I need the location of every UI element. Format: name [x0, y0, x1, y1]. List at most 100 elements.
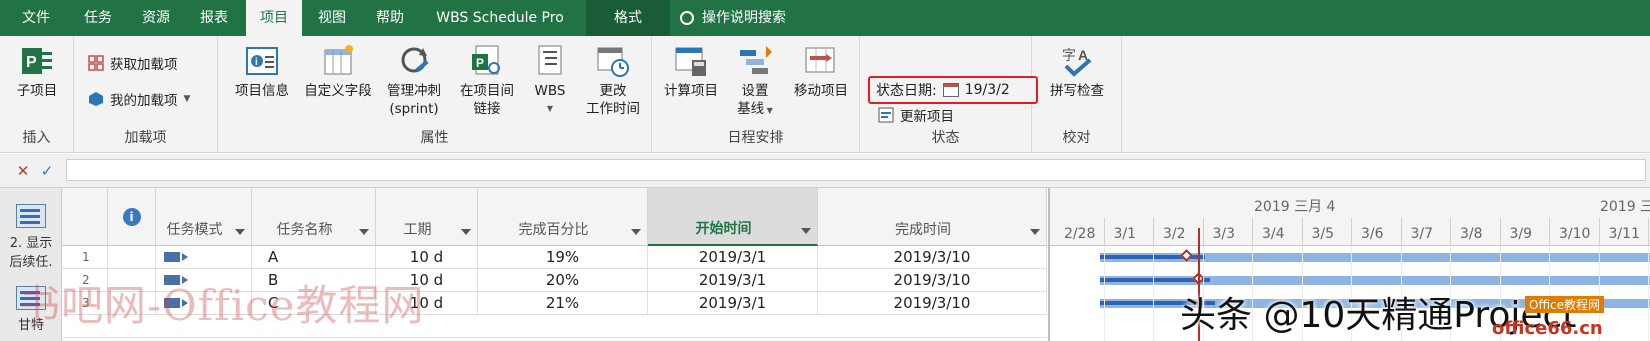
- manage-sprints-button[interactable]: 管理冲刺 (sprint): [380, 44, 448, 118]
- finish-cell[interactable]: 2019/3/10: [818, 292, 1047, 315]
- duration-cell[interactable]: 10 d: [376, 246, 478, 269]
- move-project-button[interactable]: 移动项目: [786, 44, 856, 100]
- status-date-label: 状态日期:: [876, 83, 937, 99]
- group-proofing-label: 校对: [1062, 130, 1091, 146]
- timescale-day-label: 3/9: [1509, 226, 1533, 242]
- custom-fields-button[interactable]: 自定义字段: [300, 44, 376, 100]
- chevron-down-icon: ▼: [183, 94, 191, 104]
- get-addins-button[interactable]: 获取加载项: [88, 52, 178, 74]
- tab-format[interactable]: 格式: [586, 0, 670, 36]
- timescale-day-label: 3/7: [1410, 226, 1434, 242]
- svg-text:i: i: [255, 57, 258, 68]
- timescale-major-label: 2019 三月 4: [1254, 199, 1336, 215]
- spelling-label: 拼写检查: [1050, 83, 1104, 99]
- tell-me-label: 操作说明搜索: [702, 10, 786, 26]
- table-row[interactable]: 1 A 10 d 19% 2019/3/1 2019/3/10: [62, 246, 1047, 269]
- calculate-project-button[interactable]: 计算项目: [658, 44, 724, 100]
- info-icon: i: [122, 208, 141, 226]
- calendar-icon: [942, 83, 959, 97]
- gridline: [1103, 246, 1105, 341]
- move-project-label: 移动项目: [794, 83, 848, 99]
- view-successors-label-2: 后续任.: [9, 255, 53, 270]
- cancel-entry-button[interactable]: ✕: [14, 163, 32, 179]
- wbs-button[interactable]: WBS ▼: [524, 44, 576, 118]
- tell-me-search[interactable]: 操作说明搜索: [680, 0, 786, 36]
- header-duration[interactable]: 工期: [376, 188, 478, 246]
- start-cell[interactable]: 2019/3/1: [648, 246, 818, 269]
- task-name-cell[interactable]: A: [252, 246, 376, 269]
- subproject-label: 子项目: [16, 83, 58, 99]
- my-addins-button[interactable]: 我的加载项 ▼: [88, 88, 190, 110]
- finish-cell[interactable]: 2019/3/10: [818, 246, 1047, 269]
- header-finish[interactable]: 完成时间: [818, 188, 1047, 246]
- header-percent-label: 完成百分比: [518, 222, 589, 238]
- tab-wbs-schedule-pro[interactable]: WBS Schedule Pro: [420, 0, 580, 36]
- row-number: 1: [62, 246, 108, 269]
- tab-file[interactable]: 文件: [8, 0, 64, 36]
- tab-help[interactable]: 帮助: [364, 0, 416, 36]
- timescale-day-label: 3/8: [1460, 226, 1483, 242]
- header-task-name[interactable]: 任务名称: [252, 188, 376, 246]
- svg-text:P: P: [26, 54, 37, 71]
- confirm-entry-button[interactable]: ✓: [38, 163, 56, 179]
- view-item-successors[interactable]: 2. 显示 后续任.: [2, 204, 60, 270]
- timescale-tick: [1499, 218, 1501, 246]
- entry-input[interactable]: [66, 159, 1646, 181]
- update-project-button[interactable]: 更新项目: [878, 104, 954, 126]
- subproject-button[interactable]: P 子项目: [8, 44, 66, 100]
- spelling-button[interactable]: 字A 拼写检查: [1042, 44, 1112, 100]
- status-date-field[interactable]: 状态日期: 19/3/2: [868, 76, 1038, 104]
- timescale-tick: [1400, 218, 1402, 246]
- set-baseline-button[interactable]: 设置 基线 ▼: [726, 44, 784, 120]
- start-cell[interactable]: 2019/3/1: [648, 269, 818, 292]
- dropdown-arrow-icon[interactable]: [631, 229, 641, 235]
- watermark-logo-small: Office教程网: [1525, 296, 1605, 313]
- header-start[interactable]: 开始时间: [648, 188, 818, 246]
- timescale-day-label: 2/28: [1064, 226, 1096, 242]
- percent-cell[interactable]: 21%: [478, 292, 648, 315]
- move-project-icon: [804, 44, 838, 78]
- header-finish-label: 完成时间: [895, 222, 951, 238]
- calculator-icon: [674, 44, 708, 78]
- task-mode-cell[interactable]: [156, 246, 252, 269]
- dropdown-arrow-icon[interactable]: [359, 229, 369, 235]
- subproject-icon: P: [20, 44, 54, 78]
- group-addins: 获取加载项 我的加载项 ▼ 加载项: [74, 36, 218, 153]
- timescale-day-label: 3/10: [1559, 226, 1591, 242]
- timescale-tick: [1252, 218, 1253, 246]
- timescale-major-label: 2019 三: [1600, 199, 1650, 215]
- finish-cell[interactable]: 2019/3/10: [818, 269, 1047, 292]
- wbs-label: WBS: [534, 83, 566, 99]
- links-between-projects-button[interactable]: P 在项目间 链接: [452, 44, 522, 118]
- change-working-time-button[interactable]: 更改 工作时间: [578, 44, 648, 118]
- percent-cell[interactable]: 19%: [478, 246, 648, 269]
- update-project-icon: [878, 107, 894, 123]
- tab-report[interactable]: 报表: [188, 0, 240, 36]
- spell-check-icon: 字A: [1060, 44, 1094, 78]
- dropdown-arrow-icon[interactable]: [801, 228, 811, 234]
- header-percent-complete[interactable]: 完成百分比: [478, 188, 648, 246]
- grid-plus-icon: [88, 55, 104, 71]
- auto-schedule-icon: [164, 252, 188, 262]
- header-indicators[interactable]: i: [108, 188, 156, 246]
- links-label-2: 链接: [473, 101, 501, 117]
- tab-resource[interactable]: 资源: [130, 0, 182, 36]
- project-info-button[interactable]: i 项目信息: [228, 44, 296, 100]
- dropdown-arrow-icon[interactable]: [235, 229, 245, 235]
- dropdown-arrow-icon[interactable]: [1030, 229, 1040, 235]
- header-task-mode[interactable]: 任务模式: [156, 188, 252, 246]
- links-label-1: 在项目间: [460, 83, 514, 99]
- tab-task[interactable]: 任务: [72, 0, 124, 36]
- tab-view[interactable]: 视图: [306, 0, 358, 36]
- tab-project[interactable]: 项目: [246, 0, 302, 38]
- percent-cell[interactable]: 20%: [478, 269, 648, 292]
- set-baseline-label-2: 基线 ▼: [726, 100, 784, 120]
- group-status-label: 状态: [931, 130, 960, 146]
- wbs-icon: [533, 44, 567, 78]
- start-cell[interactable]: 2019/3/1: [648, 292, 818, 315]
- dropdown-arrow-icon[interactable]: [461, 229, 471, 235]
- timescale-tick: [1549, 218, 1550, 246]
- timescale-tick: [1202, 218, 1204, 246]
- timescale-tick: [1351, 218, 1352, 246]
- view-successors-label-1: 2. 显示: [9, 236, 53, 251]
